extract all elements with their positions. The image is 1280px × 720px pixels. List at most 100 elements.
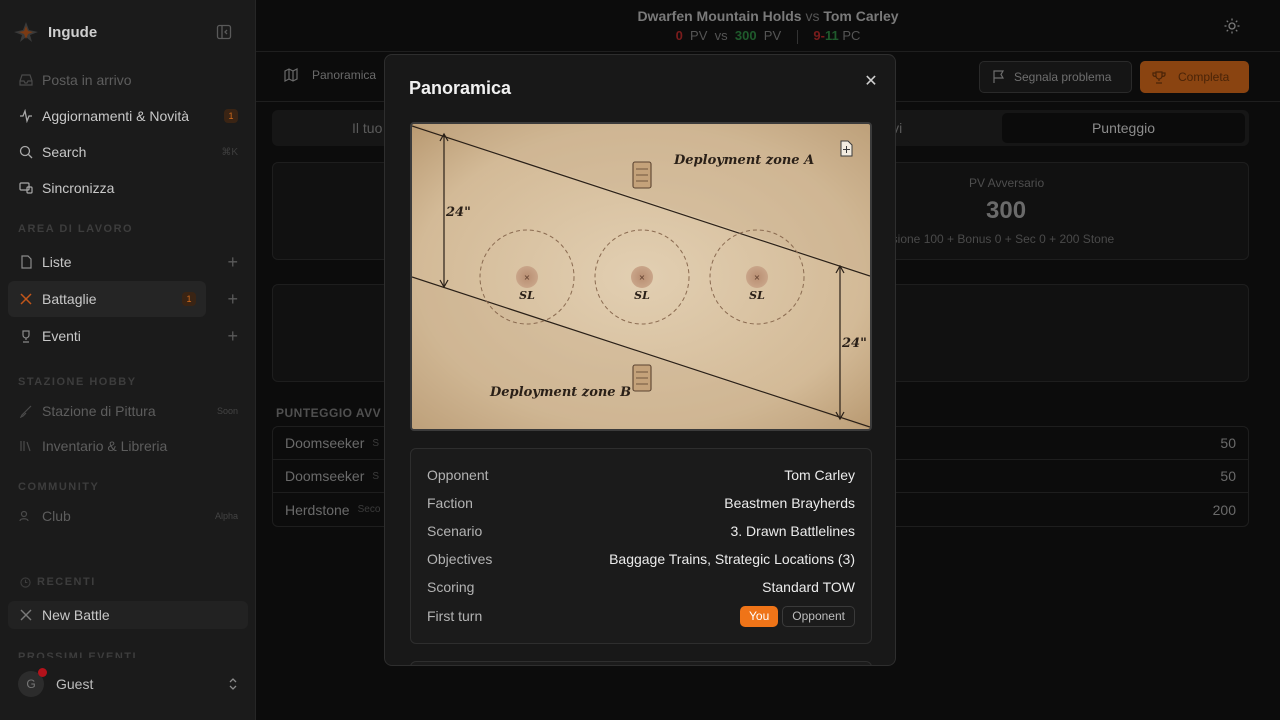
overview-button[interactable]: Panoramica [284,68,376,82]
distance-label-left: 24" [445,205,471,220]
report-label: Segnala problema [1014,70,1112,84]
recent-new-battle-label: New Battle [42,607,110,623]
score-row-sub: S [372,437,380,449]
baggage-train-a-icon [632,161,652,189]
nav-battles[interactable]: Battaglie 1 + [8,281,238,317]
report-problem-button[interactable]: Segnala problema [979,61,1132,93]
detail-key: Objectives [427,551,493,567]
objective-label: SL [749,289,765,302]
section-hobby: STAZIONE HOBBY [18,376,137,388]
nav-search-label: Search [42,144,87,160]
nav-club-label: Club [42,508,71,524]
section-recent: RECENTI [20,576,96,588]
app-brand[interactable]: Ingude [12,20,97,44]
first-turn-opponent-button[interactable]: Opponent [782,605,855,627]
detail-value: Beastmen Brayherds [724,495,855,511]
detail-key: Opponent [427,467,489,483]
close-icon[interactable]: ✕ [863,73,879,90]
score-row-sub: Seco [357,504,381,515]
detail-key: Faction [427,495,473,511]
detail-value: Tom Carley [784,467,855,483]
nav-club[interactable]: Club Alpha [8,498,248,534]
trophy-icon [1152,71,1166,84]
add-event-icon[interactable]: + [227,326,238,347]
nav-lists[interactable]: Liste + [8,244,248,280]
notification-dot [38,668,47,677]
modal-next-card [410,661,872,665]
vs-small: vs [714,28,728,43]
score-row-sub: S [372,470,380,482]
search-icon [18,144,34,160]
vs-label: vs [805,8,820,24]
detail-scoring: Scoring Standard TOW [427,577,855,597]
detail-value: 3. Drawn Battlelines [730,523,855,539]
nav-painting[interactable]: Stazione di Pittura Soon [8,393,248,429]
collapse-sidebar-icon[interactable] [216,24,232,40]
section-recent-label: RECENTI [37,576,96,588]
tab-score[interactable]: Punteggio [1002,113,1245,143]
avatar: G [18,668,47,697]
section-workspace: AREA DI LAVORO [18,223,134,235]
nav-updates[interactable]: Aggiornamenti & Novità 1 [8,98,248,134]
overview-modal: Panoramica ✕ 24" 24" Deployment zone A D… [384,54,896,666]
section-community: COMMUNITY [18,481,100,493]
tab-yours[interactable]: Il tuo [352,113,382,143]
battle-details: Opponent Tom Carley Faction Beastmen Bra… [410,448,872,644]
section-events: PROSSIMI EVENTI [18,651,138,658]
detail-objectives: Objectives Baggage Trains, Strategic Loc… [427,549,855,569]
first-turn-toggle: You Opponent [740,605,855,627]
sync-icon [18,180,34,196]
activity-icon [18,108,34,124]
nav-community: Club Alpha [8,498,248,534]
nav-search[interactable]: Search ⌘K [8,134,248,170]
baggage-train-b-icon [632,364,652,392]
chevron-updown-icon [229,678,237,690]
nav-events[interactable]: Eventi + [8,318,248,354]
nav-inbox-label: Posta in arrivo [42,72,132,88]
brush-icon [18,403,34,419]
deployment-map: 24" 24" Deployment zone A Deployment zon… [410,122,872,431]
search-shortcut: ⌘K [221,146,238,158]
nav-top: Posta in arrivo Aggiornamenti & Novità 1… [8,62,248,206]
club-tag: Alpha [214,511,238,521]
recent-new-battle[interactable]: New Battle [8,601,248,629]
match-score: 0 PV vs 300 PV 9-11 PC [256,28,1280,44]
clock-icon [20,576,31,588]
match-header: Dwarfen Mountain Holds vs Tom Carley 0 P… [256,0,1280,52]
detail-scenario: Scenario 3. Drawn Battlelines [427,521,855,541]
theme-toggle-sun-icon[interactable] [1224,18,1240,34]
first-turn-you-button[interactable]: You [740,605,779,627]
complete-button[interactable]: Completa [1140,61,1249,93]
nav-sync[interactable]: Sincronizza [8,170,248,206]
nav-library[interactable]: Inventario & Libreria [8,428,248,464]
opp-vp-value: 300 [986,197,1027,224]
nav-events-label: Eventi [42,328,81,344]
painting-tag: Soon [216,406,238,416]
sidebar: Ingude Posta in arrivo Aggiornamenti & N… [0,0,256,720]
download-map-icon[interactable] [840,140,853,157]
divider [796,29,798,44]
svg-text:×: × [524,273,531,282]
match-title: Dwarfen Mountain Holds vs Tom Carley [256,8,1280,24]
library-icon [18,438,34,454]
nav-updates-label: Aggiornamenti & Novità [42,108,190,124]
deployment-map-svg: 24" 24" Deployment zone A Deployment zon… [412,124,870,429]
opp-vp: 300 [734,28,757,43]
crossed-swords-icon [18,291,34,307]
player-faction: Dwarfen Mountain Holds [637,8,802,24]
nav-inbox[interactable]: Posta in arrivo [8,62,248,98]
inbox-icon [18,72,34,88]
score-row-name: Herdstone [285,501,350,518]
overview-label: Panoramica [312,68,377,82]
add-list-icon[interactable]: + [227,252,238,273]
users-icon [18,508,34,524]
add-battle-icon[interactable]: + [227,289,238,310]
detail-key: Scoring [427,579,475,595]
opponent-name: Tom Carley [823,8,899,24]
pc-b: 11 [824,28,839,43]
user-menu[interactable]: G Guest [8,664,248,704]
map-icon [284,68,298,82]
nav-sync-label: Sincronizza [42,180,115,196]
score-row-points: 200 [1212,501,1236,518]
battles-badge: 1 [182,292,196,306]
